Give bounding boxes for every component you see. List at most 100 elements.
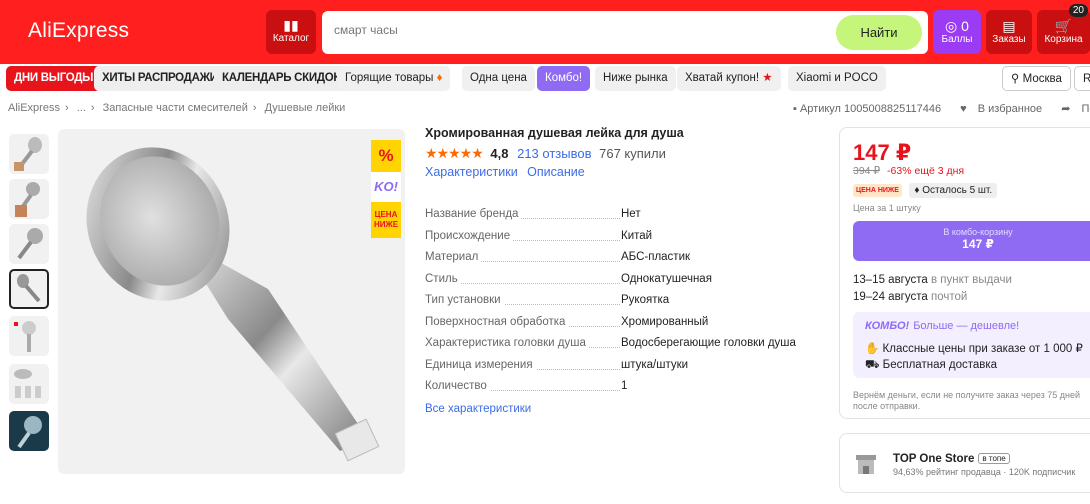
spec-value: Нет	[621, 208, 641, 220]
location-city: Москва	[1022, 73, 1062, 85]
points-count: 0	[961, 18, 969, 34]
share-button[interactable]: ➦ По	[1061, 103, 1090, 115]
heart-icon: ♥	[960, 103, 967, 115]
store-card[interactable]: TOP One Store в топе 94,63% рейтинг прода…	[839, 433, 1090, 493]
promo-xiaomi[interactable]: Xiaomi и POCO	[788, 66, 886, 91]
thumbnail-4-selected[interactable]	[9, 269, 49, 309]
thumbnail-1[interactable]	[9, 134, 49, 174]
spec-row: Материал АБС-пластик	[425, 251, 805, 273]
crumb-ellipsis[interactable]: ...	[77, 102, 86, 114]
rating-row: ★★★★★ 4,8 213 отзывов 767 купили	[425, 145, 666, 162]
promo-combo[interactable]: Комбо!	[537, 66, 591, 91]
orders-label: Заказы	[992, 34, 1026, 45]
delivery-post: 19–24 августа почтой	[853, 289, 1012, 306]
spec-name: Тип установки	[425, 294, 504, 306]
spec-name: Единица измерения	[425, 358, 536, 371]
promo-one-price-label: Одна цена	[470, 72, 527, 84]
main-product-image[interactable]	[58, 129, 405, 474]
spec-row: Происхождение Китай	[425, 229, 805, 252]
thumbnail-shower-image	[14, 137, 42, 171]
combo-benefit-delivery-text: Бесплатная доставка	[882, 359, 998, 371]
promo-calendar-label: КАЛЕНДАРЬ СКИДОК	[222, 72, 341, 84]
price-lower-tag: ЦЕНА НИЖЕ	[853, 184, 902, 198]
store-name-row: TOP One Store в топе	[893, 453, 1010, 465]
promo-coupon[interactable]: Хватай купон! ★	[677, 66, 781, 91]
top-header: AliExpress ▮▮ Каталог Найти ◎ 0 Баллы ▤ …	[0, 0, 1090, 64]
thumbnail-shower-image	[14, 369, 41, 398]
orders-icon: ▤	[1002, 18, 1016, 34]
old-price-row: 394 ₽ -63% ещё 3 дня	[853, 165, 964, 177]
promo-days-label: ДНИ ВЫГОДЫ	[14, 72, 94, 84]
promo-hits-label: ХИТЫ РАСПРОДАЖИ	[102, 72, 218, 84]
combo-button-label: В комбо-корзину	[943, 227, 1013, 237]
combo-title: КОМБО!	[865, 320, 910, 332]
catalog-button[interactable]: ▮▮ Каталог	[266, 10, 316, 54]
discount-text: -63% ещё 3 дня	[887, 165, 965, 177]
favorite-button[interactable]: ♥ В избранное	[960, 103, 1050, 115]
combo-promo-box[interactable]: КОМБО! Больше — дешевле! ✋ Классные цены …	[853, 312, 1090, 378]
points-icon: ◎ 0	[945, 18, 969, 34]
stock-left: Осталось 5 шт.	[922, 185, 993, 197]
thumbnail-2[interactable]	[9, 179, 49, 219]
product-meta: ▪ Артикул 1005008825117446 ♥ В избранное…	[793, 102, 1090, 115]
spec-name: Количество	[425, 380, 490, 392]
thumbnail-5[interactable]	[9, 316, 49, 356]
promo-days[interactable]: ДНИ ВЫГОДЫ	[6, 66, 102, 91]
old-price: 394 ₽	[853, 165, 881, 177]
store-top-tag: в топе	[978, 453, 1010, 465]
points-label: Баллы	[941, 34, 973, 45]
price-per-unit: Цена за 1 штуку	[853, 203, 921, 213]
region-button[interactable]: R	[1074, 66, 1090, 91]
orders-button[interactable]: ▤ Заказы	[986, 10, 1032, 54]
tab-characteristics[interactable]: Характеристики	[425, 165, 518, 179]
spec-value: Однокатушечная	[621, 272, 712, 285]
store-name: TOP One Store	[893, 453, 975, 465]
all-specs-link[interactable]: Все характеристики	[425, 403, 531, 415]
shower-head-image	[86, 147, 380, 462]
promo-combo-label: Комбо!	[545, 72, 583, 84]
truck-icon: ⛟	[865, 359, 880, 371]
combo-benefit-price-text: Классные цены при заказе от 1 000 ₽	[882, 343, 1083, 355]
spec-value: Водосберегающие головки душа	[621, 337, 796, 349]
chevron-right-icon: ›	[90, 102, 95, 114]
thumbnail-7[interactable]	[9, 411, 49, 451]
crumb-current[interactable]: Душевые лейки	[265, 102, 346, 114]
tab-description[interactable]: Описание	[527, 165, 585, 179]
cart-count-badge: 20	[1068, 4, 1088, 17]
post-text: почтой	[930, 291, 968, 303]
search-input[interactable]	[334, 23, 814, 37]
cart-icon: 🛒	[1054, 18, 1073, 34]
store-rating: 94,63% рейтинг продавца · 120K подписчик	[893, 467, 1076, 477]
spec-name: Происхождение	[425, 229, 514, 242]
location-button[interactable]: ⚲ Москва	[1002, 66, 1071, 91]
points-button[interactable]: ◎ 0 Баллы	[933, 10, 981, 54]
search-button[interactable]: Найти	[836, 15, 922, 50]
spec-name: Название бренда	[425, 208, 522, 220]
location-pin-icon: ⚲	[1011, 73, 1020, 85]
spec-name: Стиль	[425, 272, 461, 285]
pickup-date: 13–15 августа	[853, 274, 928, 286]
thumbnail-shower-image	[14, 321, 36, 352]
crumb-home[interactable]: AliExpress	[8, 102, 60, 114]
thumbnail-6[interactable]	[9, 364, 49, 404]
product-tabs: Характеристики Описание	[425, 165, 591, 179]
spec-name: Материал	[425, 251, 482, 263]
promo-below-market-label: Ниже рынка	[603, 72, 668, 84]
combo-benefit-price: ✋ Классные цены при заказе от 1 000 ₽	[865, 341, 1083, 355]
promo-calendar[interactable]: КАЛЕНДАРЬ СКИДОК	[214, 66, 349, 91]
promo-hits[interactable]: ХИТЫ РАСПРОДАЖИ	[94, 66, 226, 91]
add-to-combo-cart-button[interactable]: В комбо-корзину 147 ₽	[853, 221, 1090, 261]
spec-value: 1	[621, 380, 628, 392]
cart-label: Корзина	[1044, 34, 1083, 45]
thumbnail-3[interactable]	[9, 224, 49, 264]
aliexpress-logo[interactable]: AliExpress	[28, 19, 129, 43]
spec-row: Поверхностная обработка Хромированный	[425, 315, 805, 338]
crumb-category[interactable]: Запасные части смесителей	[103, 102, 248, 114]
promo-one-price[interactable]: Одна цена	[462, 66, 535, 91]
reviews-link[interactable]: 213 отзывов	[517, 146, 591, 161]
promo-hot[interactable]: Горящие товары ♦	[337, 66, 451, 91]
promo-below-market[interactable]: Ниже рынка	[595, 66, 676, 91]
spec-value: штука/штуки	[621, 358, 689, 371]
spec-value: Хромированный	[621, 315, 709, 328]
cart-button[interactable]: 🛒 Корзина 20	[1037, 4, 1090, 54]
